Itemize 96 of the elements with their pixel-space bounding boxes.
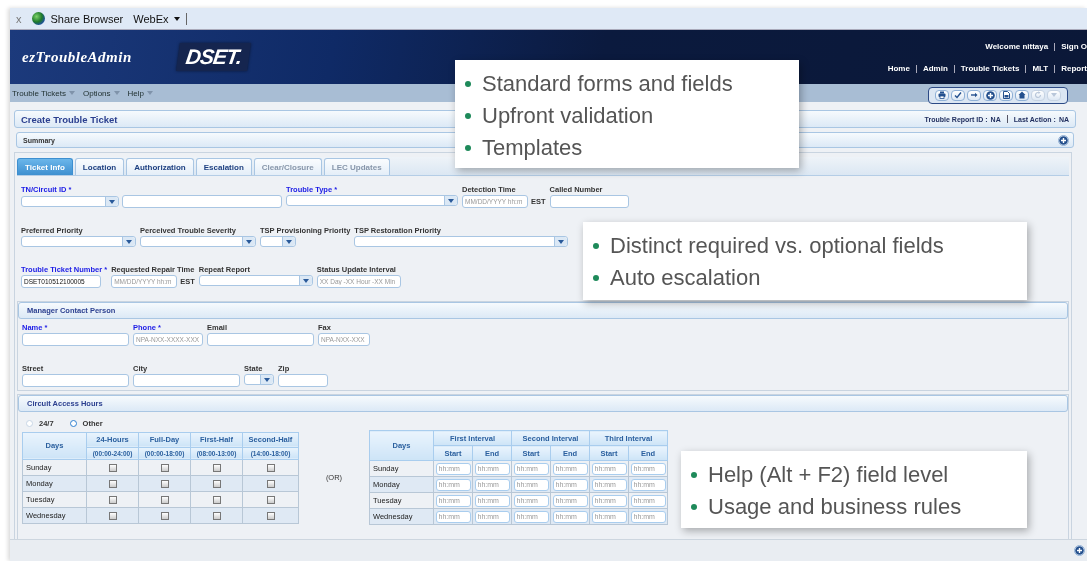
callout-text: Auto escalation [610, 265, 761, 291]
text-field[interactable] [278, 374, 328, 387]
text-field[interactable] [22, 374, 129, 387]
globe-icon [31, 12, 45, 25]
checkbox[interactable] [108, 479, 117, 488]
bullet-icon [691, 472, 697, 478]
page-title: Create Trouble Ticket [21, 113, 118, 125]
dropdown-field[interactable] [260, 236, 296, 247]
checkbox[interactable] [212, 511, 221, 520]
dropdown-field[interactable] [244, 374, 274, 385]
close-button[interactable]: x [16, 12, 22, 25]
text-field[interactable] [549, 195, 629, 208]
checkbox[interactable] [160, 495, 169, 504]
text-field[interactable] [22, 333, 129, 346]
app-name: ezTroubleAdmin [22, 48, 132, 66]
bullet-icon [465, 113, 471, 119]
sign-out-link[interactable]: Sign O [1054, 43, 1087, 51]
bullet-icon [593, 275, 599, 281]
caret-icon [113, 91, 120, 95]
toolbar-button[interactable] [951, 89, 965, 101]
callout-text: Upfront validation [482, 103, 654, 129]
caret-icon [173, 16, 180, 21]
caret-icon [448, 198, 454, 203]
dropdown-field[interactable] [140, 236, 256, 247]
text-field[interactable] [122, 195, 282, 208]
tab[interactable]: Escalation [195, 158, 252, 175]
nav-link[interactable]: MLT [1025, 65, 1055, 73]
logo: DSET. [175, 43, 252, 71]
dropdown-field[interactable] [198, 275, 313, 286]
callout-text: Templates [482, 135, 583, 161]
tab[interactable]: Location [74, 158, 125, 175]
toolbar-button[interactable] [999, 89, 1013, 101]
callout-text: Distinct required vs. optional fields [610, 233, 944, 259]
caret-icon [558, 239, 565, 244]
toolbar-button[interactable] [935, 89, 949, 101]
caret-icon [68, 91, 75, 95]
bullet-icon [465, 81, 471, 87]
text-field[interactable] [207, 333, 314, 346]
arrow-icon [970, 91, 978, 99]
window-title: Share Browser [50, 12, 124, 25]
checkbox[interactable] [266, 463, 275, 472]
checkbox[interactable] [160, 511, 169, 520]
checkbox[interactable] [212, 463, 221, 472]
checkbox[interactable] [212, 479, 221, 488]
document-icon [1002, 91, 1010, 99]
radio-button[interactable] [69, 420, 77, 427]
bullet-icon [465, 145, 471, 151]
bullet-icon [593, 243, 599, 249]
caret-icon [264, 377, 270, 382]
callout-text: Standard forms and fields [482, 71, 733, 97]
dropdown-field[interactable] [21, 236, 136, 247]
checkbox[interactable] [108, 511, 117, 520]
nav-link[interactable]: Trouble Tickets [953, 65, 1026, 73]
checkbox[interactable] [108, 463, 117, 472]
callout-text: Help (Alt + F2) field level [708, 462, 949, 488]
home-icon [1018, 91, 1026, 99]
expand-button[interactable] [1074, 545, 1085, 556]
checkbox[interactable] [266, 511, 275, 520]
callout-text: Usage and business rules [708, 494, 962, 520]
printer-icon [938, 91, 946, 99]
expand-button[interactable] [1058, 134, 1069, 146]
checkbox[interactable] [108, 495, 117, 504]
caret-icon [302, 278, 309, 283]
checkbox[interactable] [160, 479, 169, 488]
dropdown-field[interactable] [286, 195, 458, 206]
nav-link[interactable]: Admin [915, 65, 954, 73]
checkbox[interactable] [212, 495, 221, 504]
plus-icon [985, 90, 995, 100]
tab[interactable]: Authorization [126, 158, 194, 175]
nav-link[interactable]: Home [881, 65, 916, 73]
caret-icon [246, 239, 252, 244]
check-icon [954, 91, 962, 99]
toolbar-button[interactable] [983, 89, 997, 101]
caret-icon [126, 239, 132, 244]
caret-icon [1051, 93, 1057, 97]
text-field[interactable] [133, 374, 240, 387]
toolbar-button[interactable] [967, 89, 981, 101]
menu-item[interactable]: Help [127, 88, 144, 98]
caret-icon [147, 91, 153, 95]
refresh-icon [1034, 91, 1042, 99]
checkbox[interactable] [160, 463, 169, 472]
menu-item[interactable]: Options [82, 88, 111, 98]
welcome-text: Welcome nittaya [984, 43, 1050, 51]
webex-menu[interactable]: WebEx [133, 12, 169, 25]
bullet-icon [691, 504, 697, 510]
checkbox[interactable] [266, 495, 275, 504]
caret-icon [109, 199, 115, 204]
caret-icon [286, 239, 292, 244]
checkbox[interactable] [266, 479, 275, 488]
toolbar-button[interactable] [1015, 89, 1029, 101]
dropdown-field[interactable] [21, 196, 119, 207]
plus-icon [1075, 546, 1084, 555]
nav-link[interactable]: Report [1054, 65, 1087, 73]
dropdown-field[interactable] [354, 236, 569, 247]
plus-icon [1059, 135, 1068, 145]
menu-item[interactable]: Trouble Tickets [12, 88, 66, 98]
